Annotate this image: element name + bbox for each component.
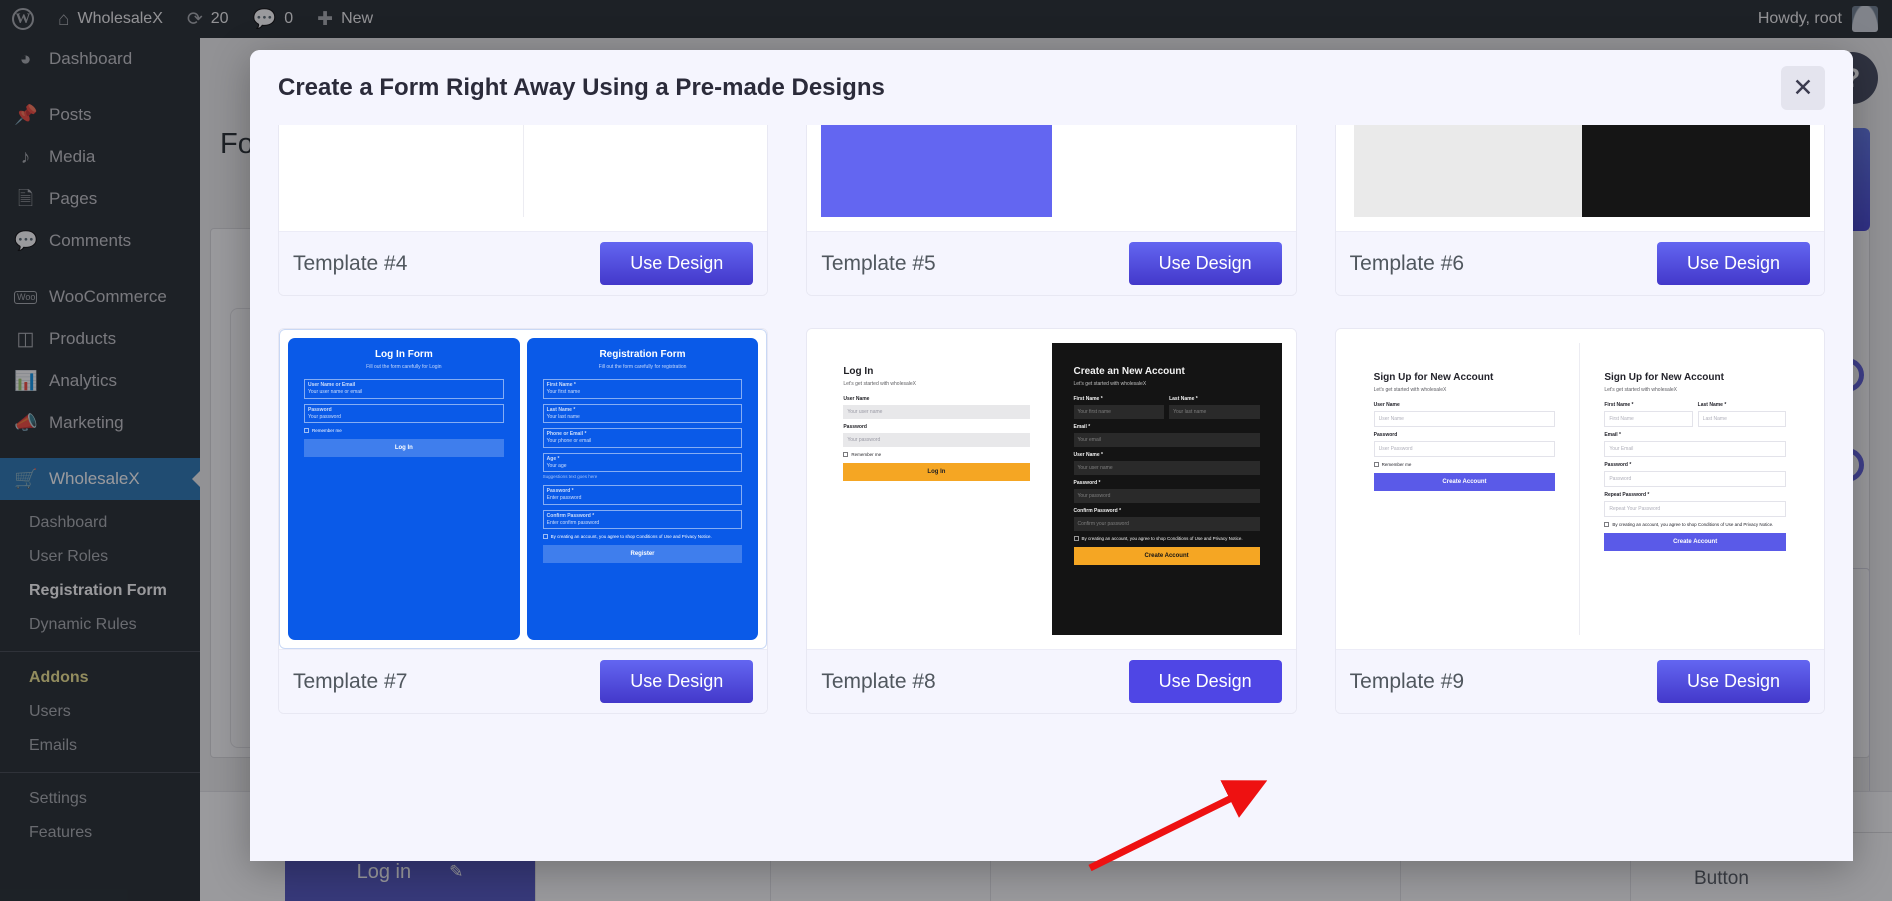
modal-body[interactable]: Password Your password Remember me Sign … (250, 125, 1853, 861)
preview-login-side: Password Your password Remember me Log I… (1353, 125, 1582, 217)
close-icon[interactable]: ✕ (1781, 65, 1825, 110)
use-design-button[interactable]: Use Design (1128, 660, 1282, 703)
template-card[interactable]: Log In Let's get started with wholesaleX… (806, 328, 1297, 714)
remember-checkbox: Remember me (843, 452, 1029, 458)
template-card-footer: Template #4 Use Design (279, 231, 768, 295)
modal-title: Create a Form Right Away Using a Pre-mad… (278, 73, 885, 101)
preview-login-side: Sign Up for New Account Let's get starte… (1349, 343, 1580, 635)
template-name: Template #7 (293, 669, 408, 693)
template-card-footer: Template #5 Use Design (807, 231, 1296, 295)
preview-register-side: Phone or Email * Your phone or email Use… (1581, 125, 1810, 217)
template-name: Template #6 (1349, 251, 1465, 275)
terms-checkbox: By creating an account, you agree to sho… (1604, 522, 1786, 528)
preview-login-side: Log In Let's get started with wholesaleX… (821, 343, 1052, 635)
preview-register-side: Last Name * User Name * Phone or Email *… (1051, 125, 1282, 217)
template-name: Template #8 (821, 669, 936, 693)
template-thumbnail: Password Your password Remember me Log I… (1335, 125, 1824, 231)
template-thumbnail: Password Your password Remember me Sign … (279, 125, 768, 231)
template-picker-modal: Create a Form Right Away Using a Pre-mad… (250, 50, 1853, 861)
template-thumbnail: Log In Form Fill out the form carefully … (279, 329, 768, 649)
template-name: Template #9 (1349, 669, 1465, 693)
preview-login-side: Log In Form Fill out the form carefully … (288, 338, 520, 640)
template-card[interactable]: Password Remember me Log In Last Name * … (806, 125, 1297, 296)
template-card[interactable]: Sign Up for New Account Let's get starte… (1334, 328, 1825, 714)
template-card[interactable]: Log In Form Fill out the form carefully … (278, 328, 769, 714)
use-design-button[interactable]: Use Design (1656, 242, 1810, 285)
template-thumbnail: Log In Let's get started with wholesaleX… (807, 329, 1296, 649)
template-name: Template #4 (293, 251, 408, 275)
remember-checkbox: Remember me (1373, 462, 1556, 468)
template-card-footer: Template #8 Use Design (807, 649, 1296, 713)
preview-register-side: Sign Up for New Account Let's get starte… (1580, 343, 1810, 635)
use-design-button[interactable]: Use Design (600, 660, 754, 703)
template-card[interactable]: Password Your password Remember me Log I… (1334, 125, 1825, 296)
template-card-footer: Template #9 Use Design (1335, 649, 1824, 713)
remember-checkbox: Remember me (304, 428, 504, 434)
template-card-footer: Template #6 Use Design (1335, 231, 1824, 295)
use-design-button[interactable]: Use Design (1128, 242, 1282, 285)
terms-checkbox: By creating an account, you agree to sho… (542, 534, 743, 540)
template-thumbnail: Sign Up for New Account Let's get starte… (1335, 329, 1824, 649)
preview-register-side: User Name * Your user name Phone Number … (523, 125, 754, 217)
template-grid: Password Your password Remember me Sign … (278, 125, 1825, 714)
preview-register-side: Create an New Account Let's get started … (1051, 343, 1282, 635)
terms-checkbox: By creating an account, you agree to sho… (1073, 536, 1260, 542)
modal-header: Create a Form Right Away Using a Pre-mad… (250, 50, 1853, 125)
template-card[interactable]: Password Your password Remember me Sign … (278, 125, 769, 296)
template-name: Template #5 (821, 251, 936, 275)
preview-login-side: Password Your password Remember me Sign … (293, 125, 523, 217)
template-thumbnail: Password Remember me Log In Last Name * … (807, 125, 1296, 231)
preview-register-side: Registration Form Fill out the form care… (526, 338, 759, 640)
template-card-footer: Template #7 Use Design (279, 649, 768, 713)
preview-login-side: Password Remember me Log In (821, 125, 1052, 217)
use-design-button[interactable]: Use Design (1656, 660, 1810, 703)
use-design-button[interactable]: Use Design (600, 242, 754, 285)
